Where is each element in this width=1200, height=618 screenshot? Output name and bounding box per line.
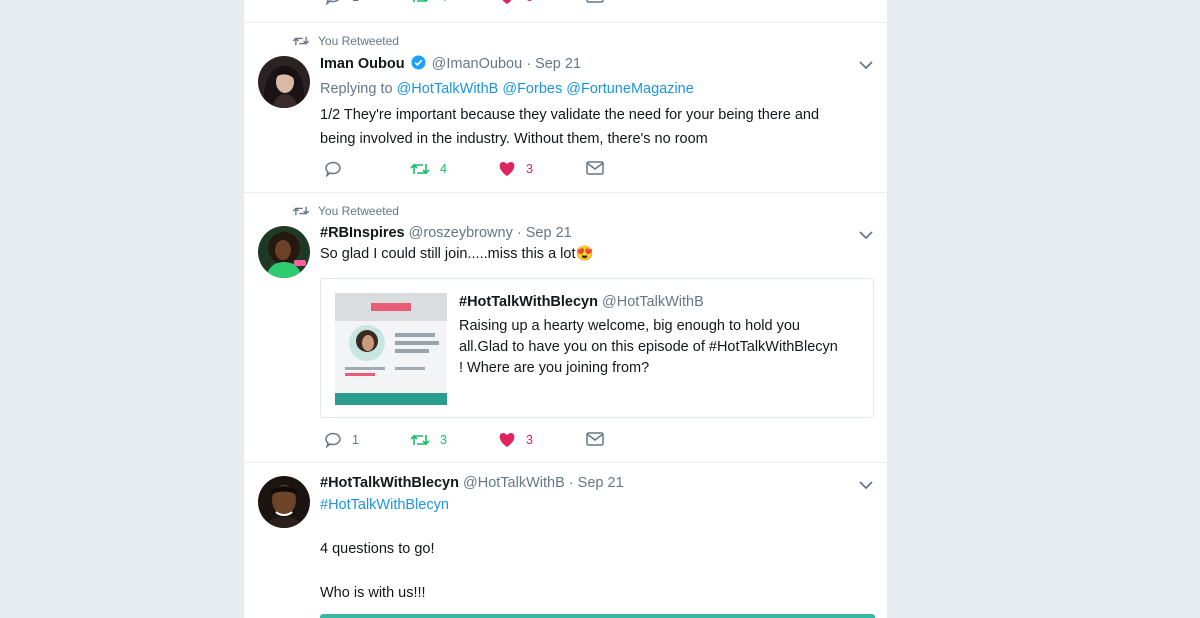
handle[interactable]: @ImanOubou [432, 56, 523, 72]
separator-dot: · [568, 475, 574, 491]
quoted-tweet-text: Raising up a hearty welcome, big enough … [459, 316, 864, 379]
handle[interactable]: @HotTalkWithB [463, 475, 565, 491]
retweet-action[interactable]: 4 [410, 0, 447, 5]
retweet-icon [410, 163, 430, 175]
like-action[interactable]: 3 [498, 161, 533, 177]
retweet-count: 3 [440, 433, 447, 447]
retweet-context-label: You Retweeted [318, 204, 399, 218]
timestamp[interactable]: Sep 21 [535, 56, 581, 72]
heart-eyes-emoji: 😍 [575, 246, 594, 262]
reply-action[interactable]: 1 [324, 0, 359, 5]
dm-action[interactable] [586, 0, 604, 3]
retweet-action[interactable]: 4 [410, 161, 447, 177]
retweet-icon [292, 206, 310, 216]
retweet-context: You Retweeted [292, 204, 399, 218]
chevron-down-icon[interactable] [859, 60, 873, 70]
handle[interactable]: @roszeybrowny [409, 225, 513, 241]
mention-link[interactable]: @FortuneMagazine [566, 81, 694, 97]
reply-action[interactable]: 1 [324, 432, 359, 448]
tweet-header: #RBInspires @roszeybrowny · Sep 21 [320, 225, 572, 241]
tweet-media-preview[interactable] [320, 614, 875, 618]
dm-icon [586, 161, 604, 175]
mention-link[interactable]: @HotTalkWithB [397, 81, 499, 97]
separator-dot: · [526, 56, 532, 72]
replying-to: Replying to @HotTalkWithB @Forbes @Fortu… [320, 77, 694, 101]
quoted-tweet-image [335, 293, 447, 405]
reply-count: 1 [352, 0, 359, 4]
replying-prefix: Replying to [320, 81, 393, 97]
heart-icon [499, 433, 515, 447]
retweet-count: 4 [440, 162, 447, 176]
display-name[interactable]: #HotTalkWithBlecyn [320, 475, 459, 491]
like-action[interactable]: 3 [498, 0, 533, 5]
display-name[interactable]: #RBInspires [320, 225, 405, 241]
chevron-down-icon[interactable] [859, 230, 873, 240]
like-count: 3 [526, 0, 533, 4]
quoted-handle: @HotTalkWithB [602, 294, 704, 310]
verified-badge-icon [411, 55, 426, 70]
reply-count: 1 [352, 433, 359, 447]
tweet-text: #HotTalkWithBlecyn 4 questions to go! Wh… [320, 493, 449, 605]
quoted-text-line: Raising up a hearty welcome, big enough … [459, 318, 800, 334]
retweet-icon [292, 36, 310, 46]
retweet-context-label: You Retweeted [318, 34, 399, 48]
tweet-text: 1/2 They're important because they valid… [320, 103, 819, 151]
retweet-icon [410, 434, 430, 446]
like-count: 3 [526, 162, 533, 176]
avatar[interactable] [258, 56, 310, 108]
heart-icon [499, 162, 515, 176]
reply-icon [325, 161, 341, 177]
quoted-display-name: #HotTalkWithBlecyn [459, 294, 598, 310]
tweet-partial: 1 4 3 [244, 0, 887, 23]
mention-link[interactable]: @Forbes [502, 81, 562, 97]
tweet[interactable]: You Retweeted #RBInspires @roszeybrowny … [244, 192, 887, 463]
tweet-text-line: Who is with us!!! [320, 585, 426, 601]
heart-icon [502, 0, 512, 4]
dm-icon [586, 0, 604, 3]
avatar[interactable] [258, 476, 310, 528]
like-action[interactable]: 3 [498, 432, 533, 448]
chevron-down-icon[interactable] [859, 480, 873, 490]
retweet-count: 4 [440, 0, 447, 4]
tweet-text-line: 1/2 They're important because they valid… [320, 107, 820, 123]
timeline: 1 4 3 You Retweeted [244, 0, 887, 618]
tweet-text-line: being involved in the industry. Without … [320, 131, 708, 147]
tweet-text: So glad I could still join.....miss this… [320, 242, 594, 266]
avatar[interactable] [258, 226, 310, 278]
retweet-icon [413, 0, 429, 3]
tweet-text-line: 4 questions to go! [320, 541, 435, 557]
tweet-text-line: So glad I could still join.....miss this… [320, 246, 576, 262]
tweet[interactable]: #HotTalkWithBlecyn @HotTalkWithB · Sep 2… [244, 462, 887, 618]
display-name[interactable]: Iman Oubou [320, 56, 405, 72]
dm-action[interactable] [586, 432, 604, 446]
dm-action[interactable] [586, 161, 604, 175]
retweet-context: You Retweeted [292, 34, 399, 48]
tweet-header: Iman Oubou @ImanOubou · Sep 21 [320, 55, 581, 72]
quoted-text-line: all.Glad to have you on this episode of … [459, 339, 838, 355]
dm-icon [586, 432, 604, 446]
like-count: 3 [526, 433, 533, 447]
timestamp[interactable]: Sep 21 [526, 225, 572, 241]
hashtag-link[interactable]: #HotTalkWithBlecyn [320, 493, 449, 517]
quoted-tweet-header: #HotTalkWithBlecyn @HotTalkWithB [459, 294, 704, 310]
quoted-text-line: ! Where are you joining from? [459, 360, 650, 376]
tweet[interactable]: You Retweeted Iman Oubou @ImanOubou · Se… [244, 22, 887, 193]
separator-dot: · [516, 225, 522, 241]
reply-icon [325, 0, 339, 5]
reply-action[interactable] [324, 161, 342, 177]
retweet-action[interactable]: 3 [410, 432, 447, 448]
quoted-tweet[interactable]: #HotTalkWithBlecyn @HotTalkWithB Raising… [320, 278, 874, 418]
timestamp[interactable]: Sep 21 [578, 475, 624, 491]
tweet-header: #HotTalkWithBlecyn @HotTalkWithB · Sep 2… [320, 475, 624, 491]
reply-icon [325, 432, 341, 448]
